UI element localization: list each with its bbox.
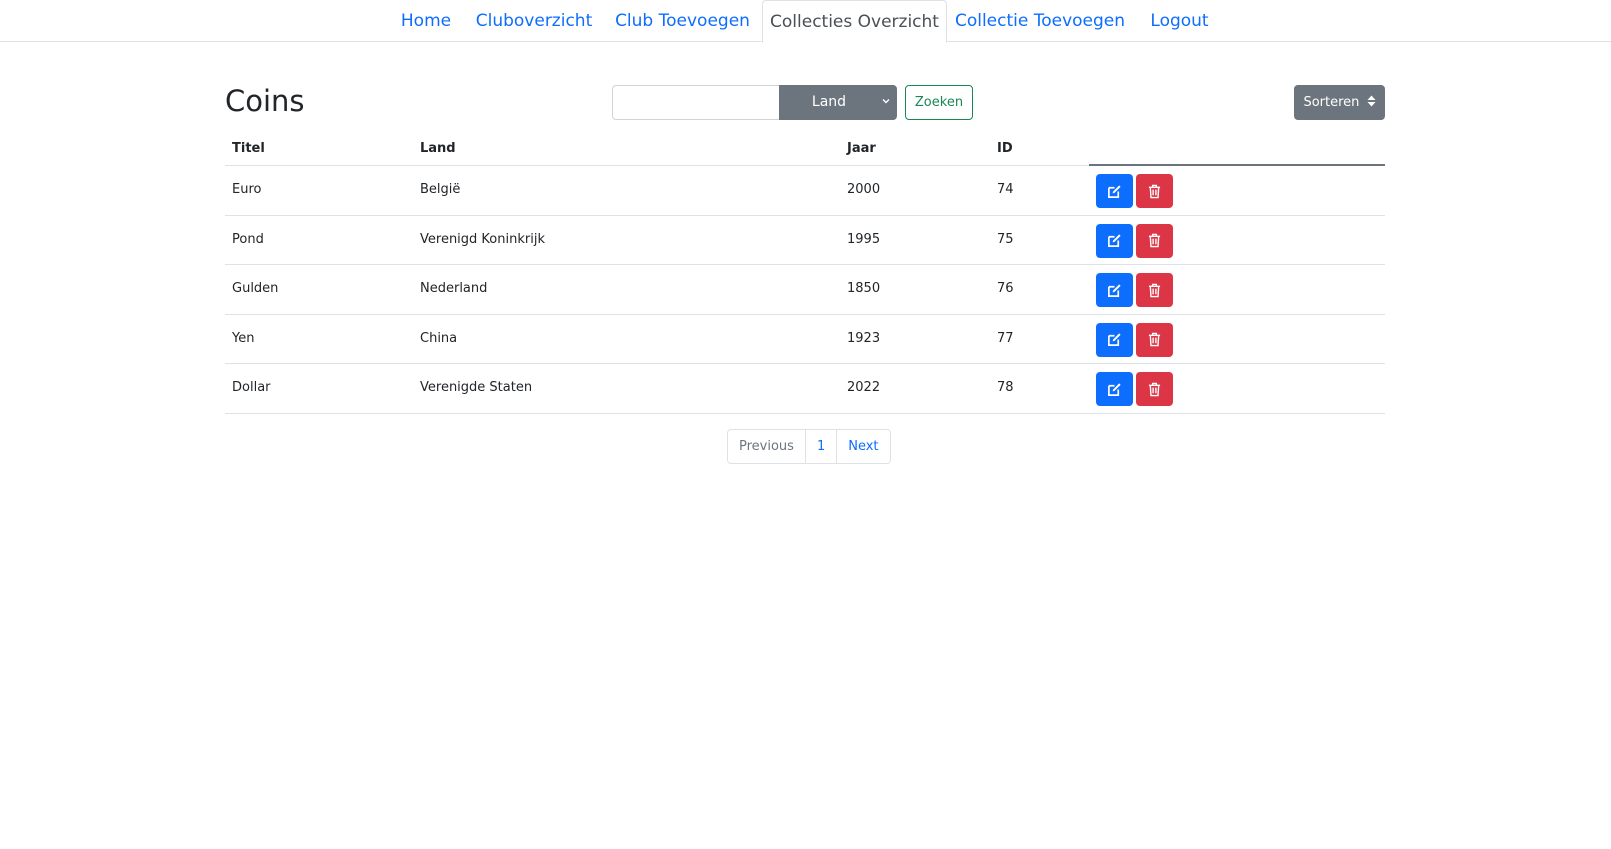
- cell-land: Nederland: [420, 281, 488, 296]
- cell-land: Verenigde Staten: [420, 380, 533, 395]
- cell-id: 76: [997, 281, 1014, 296]
- trash-icon: [1148, 283, 1161, 297]
- trash-icon: [1148, 382, 1161, 396]
- column-header-land: Land: [420, 141, 456, 156]
- edit-icon: [1108, 184, 1121, 198]
- delete-button[interactable]: [1136, 223, 1173, 258]
- delete-button[interactable]: [1136, 372, 1173, 406]
- pagination-next[interactable]: Next: [836, 430, 889, 463]
- nav-item-home[interactable]: Home: [394, 0, 458, 42]
- delete-button[interactable]: [1136, 174, 1173, 208]
- trash-icon: [1148, 332, 1161, 347]
- chevron-down-icon: [882, 99, 890, 104]
- trash-icon: [1148, 184, 1161, 198]
- nav-item-cluboverzicht[interactable]: Cluboverzicht: [474, 0, 594, 42]
- sort-button[interactable]: Sorteren: [1294, 85, 1385, 120]
- cell-id: 77: [997, 330, 1014, 346]
- column-header-jaar: Jaar: [847, 141, 876, 156]
- edit-button[interactable]: [1096, 273, 1133, 307]
- cell-jaar: 1850: [847, 281, 881, 296]
- cell-id: 74: [997, 182, 1014, 197]
- cell-titel: Pond: [232, 231, 264, 247]
- filter-select[interactable]: Land: [779, 85, 897, 120]
- cell-jaar: 2022: [847, 380, 881, 395]
- table-row: Pond Verenigd Koninkrijk 1995 75: [225, 216, 1385, 265]
- page-title: Coins: [225, 84, 305, 118]
- edit-icon: [1108, 382, 1121, 396]
- cell-titel: Gulden: [232, 281, 279, 296]
- cell-id: 75: [997, 231, 1014, 247]
- delete-button[interactable]: [1136, 273, 1173, 307]
- edit-button[interactable]: [1096, 322, 1133, 357]
- edit-icon: [1108, 234, 1121, 247]
- cell-id: 78: [997, 380, 1014, 395]
- nav-item-logout[interactable]: Logout: [1146, 0, 1213, 42]
- sort-button-label: Sorteren: [1303, 95, 1360, 110]
- search-input[interactable]: [612, 85, 780, 120]
- nav-item-collecties-overzicht[interactable]: Collecties Overzicht: [762, 0, 947, 43]
- cell-titel: Yen: [232, 330, 255, 346]
- pagination-previous[interactable]: Previous: [728, 430, 805, 463]
- filter-select-value: Land: [811, 94, 847, 110]
- cell-titel: Euro: [232, 182, 262, 197]
- cell-jaar: 1923: [847, 330, 881, 346]
- cell-titel: Dollar: [232, 380, 271, 395]
- search-button[interactable]: Zoeken: [905, 85, 973, 120]
- column-header-id: ID: [997, 141, 1013, 156]
- table-row: Euro België 2000 74: [225, 166, 1385, 216]
- nav-item-club-toevoegen[interactable]: Club Toevoegen: [610, 0, 755, 42]
- cell-land: Verenigd Koninkrijk: [420, 231, 545, 247]
- edit-button[interactable]: [1096, 223, 1133, 258]
- edit-icon: [1108, 283, 1121, 297]
- nav-item-collectie-toevoegen[interactable]: Collectie Toevoegen: [954, 0, 1126, 42]
- edit-icon: [1108, 333, 1121, 346]
- edit-button[interactable]: [1096, 174, 1133, 208]
- edit-button[interactable]: [1096, 372, 1133, 406]
- cell-land: België: [420, 182, 461, 197]
- cell-jaar: 2000: [847, 182, 881, 197]
- sort-icon: [1367, 95, 1376, 107]
- trash-icon: [1148, 233, 1161, 248]
- table-row: Yen China 1923 77: [225, 315, 1385, 364]
- cell-land: China: [420, 330, 458, 346]
- table-row: Gulden Nederland 1850 76: [225, 265, 1385, 315]
- pagination: Previous 1 Next: [727, 429, 891, 464]
- top-nav: Home Cluboverzicht Club Toevoegen Collec…: [0, 0, 1611, 43]
- table-header: Titel Land Jaar ID: [225, 130, 1385, 166]
- column-header-titel: Titel: [232, 141, 265, 156]
- pagination-page-1[interactable]: 1: [804, 430, 836, 463]
- delete-button[interactable]: [1136, 322, 1173, 357]
- cell-jaar: 1995: [847, 231, 881, 247]
- coins-table: Titel Land Jaar ID Euro België 2000 74 P…: [225, 130, 1385, 414]
- table-row: Dollar Verenigde Staten 2022 78: [225, 364, 1385, 414]
